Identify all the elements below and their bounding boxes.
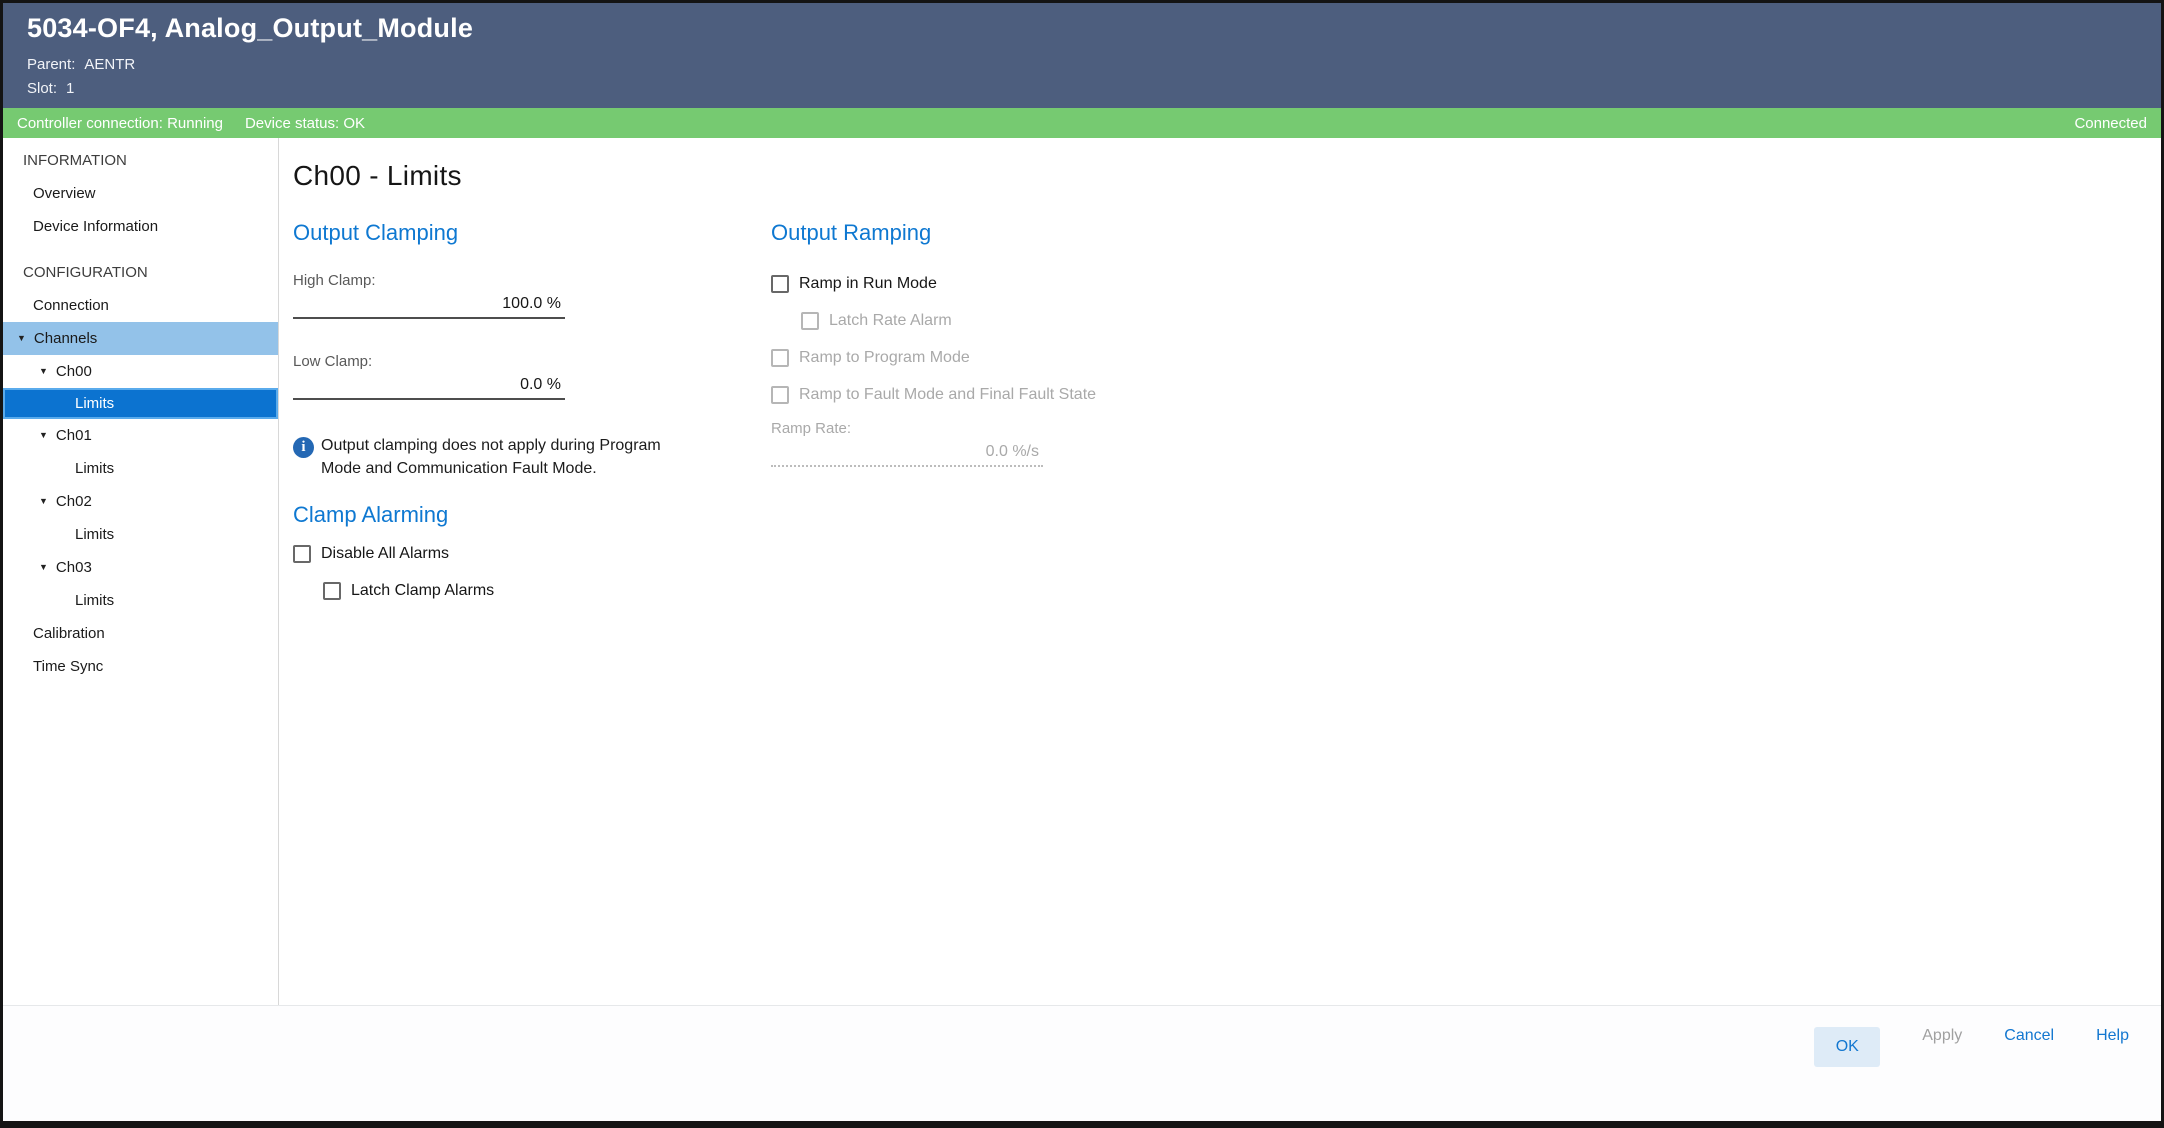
chevron-down-icon[interactable]: ▼ (39, 485, 48, 518)
ramp-rate-label: Ramp Rate: (771, 420, 1043, 437)
chevron-down-icon[interactable]: ▼ (39, 551, 48, 584)
sidebar-item-ch00-limits[interactable]: Limits (3, 388, 278, 419)
ramp-rate-input: 0.0 %/s (771, 441, 1043, 467)
low-clamp-label: Low Clamp: (293, 353, 565, 370)
sidebar-item-channels[interactable]: ▼ Channels (3, 322, 278, 355)
sidebar-item-label: Ch02 (56, 485, 92, 518)
footer-button-bar: OK Apply Cancel Help (3, 1005, 2161, 1121)
info-note-text: Output clamping does not apply during Pr… (321, 434, 705, 480)
slot-value: 1 (66, 80, 74, 97)
device-status: Device status: OK (245, 115, 365, 132)
ramp-rate-field: Ramp Rate: 0.0 %/s (771, 420, 1043, 467)
latch-clamp-alarms-row: Latch Clamp Alarms (323, 579, 713, 602)
parent-label: Parent: (27, 56, 75, 73)
sidebar-section-configuration: CONFIGURATION (3, 256, 278, 289)
disable-all-alarms-row: Disable All Alarms (293, 542, 713, 565)
module-properties-window: 5034-OF4, Analog_Output_Module Parent: AE… (0, 0, 2164, 1128)
high-clamp-field: High Clamp: 100.0 % (293, 272, 565, 319)
slot-label: Slot: (27, 80, 57, 97)
output-ramping-column: Output Ramping Ramp in Run Mode Latch Ra… (771, 220, 1191, 501)
latch-clamp-alarms-checkbox[interactable] (323, 582, 341, 600)
high-clamp-input[interactable]: 100.0 % (293, 293, 565, 319)
module-title: 5034-OF4, Analog_Output_Module (27, 13, 2137, 44)
apply-button: Apply (1922, 1027, 1962, 1045)
ramp-in-run-mode-label: Ramp in Run Mode (799, 275, 937, 293)
info-icon: i (293, 437, 314, 458)
latch-rate-alarm-checkbox (801, 312, 819, 330)
output-clamping-column: Output Clamping High Clamp: 100.0 % Low … (293, 220, 713, 616)
sidebar-item-overview[interactable]: Overview (3, 177, 278, 210)
page-title: Ch00 - Limits (293, 160, 2161, 192)
ok-button[interactable]: OK (1814, 1027, 1880, 1067)
sidebar-item-ch00[interactable]: ▼ Ch00 (3, 355, 278, 388)
ramp-in-run-mode-row: Ramp in Run Mode (771, 272, 1191, 295)
sidebar-item-label: Ch00 (56, 355, 92, 388)
ramp-to-fault-mode-row: Ramp to Fault Mode and Final Fault State (771, 383, 1191, 406)
sidebar-section-information: INFORMATION (3, 144, 278, 177)
sidebar-item-label: Ch01 (56, 419, 92, 452)
status-bar: Controller connection: Running Device st… (3, 108, 2161, 138)
ramp-to-fault-mode-checkbox (771, 386, 789, 404)
connection-state: Connected (2074, 115, 2147, 132)
slot-line: Slot: 1 (27, 77, 2137, 101)
latch-clamp-alarms-label: Latch Clamp Alarms (351, 582, 494, 600)
sidebar-item-ch01[interactable]: ▼ Ch01 (3, 419, 278, 452)
sidebar-item-label: Ch03 (56, 551, 92, 584)
latch-rate-alarm-row: Latch Rate Alarm (801, 309, 1191, 332)
clamping-info-note: i Output clamping does not apply during … (293, 434, 705, 480)
clamp-alarming-heading: Clamp Alarming (293, 502, 713, 528)
sidebar-item-label: Channels (34, 322, 97, 355)
sidebar-item-ch02[interactable]: ▼ Ch02 (3, 485, 278, 518)
output-ramping-heading: Output Ramping (771, 220, 1191, 246)
controller-connection-status: Controller connection: Running (17, 115, 223, 132)
sidebar-item-ch03-limits[interactable]: Limits (3, 584, 278, 617)
cancel-button[interactable]: Cancel (2004, 1027, 2054, 1045)
chevron-down-icon[interactable]: ▼ (17, 322, 26, 355)
ramp-to-program-mode-row: Ramp to Program Mode (771, 346, 1191, 369)
ramp-in-run-mode-checkbox[interactable] (771, 275, 789, 293)
sidebar-item-ch02-limits[interactable]: Limits (3, 518, 278, 551)
sidebar-item-ch01-limits[interactable]: Limits (3, 452, 278, 485)
disable-all-alarms-label: Disable All Alarms (321, 545, 449, 563)
high-clamp-label: High Clamp: (293, 272, 565, 289)
main-content: Ch00 - Limits Output Clamping High Clamp… (279, 138, 2161, 1005)
ramp-to-fault-mode-label: Ramp to Fault Mode and Final Fault State (799, 386, 1096, 404)
help-button[interactable]: Help (2096, 1027, 2129, 1045)
output-clamping-heading: Output Clamping (293, 220, 713, 246)
parent-value: AENTR (84, 56, 135, 73)
sidebar-item-connection[interactable]: Connection (3, 289, 278, 322)
status-left: Controller connection: Running Device st… (17, 115, 365, 132)
chevron-down-icon[interactable]: ▼ (39, 355, 48, 388)
low-clamp-field: Low Clamp: 0.0 % (293, 353, 565, 400)
sidebar-item-ch03[interactable]: ▼ Ch03 (3, 551, 278, 584)
low-clamp-input[interactable]: 0.0 % (293, 374, 565, 400)
disable-all-alarms-checkbox[interactable] (293, 545, 311, 563)
ramp-to-program-mode-checkbox (771, 349, 789, 367)
sidebar-item-device-information[interactable]: Device Information (3, 210, 278, 243)
navigation-sidebar: INFORMATION Overview Device Information … (3, 138, 279, 1005)
sidebar-item-time-sync[interactable]: Time Sync (3, 650, 278, 683)
parent-line: Parent: AENTR (27, 53, 2137, 77)
title-bar: 5034-OF4, Analog_Output_Module Parent: AE… (3, 3, 2161, 108)
chevron-down-icon[interactable]: ▼ (39, 419, 48, 452)
ramp-to-program-mode-label: Ramp to Program Mode (799, 349, 970, 367)
sidebar-item-calibration[interactable]: Calibration (3, 617, 278, 650)
latch-rate-alarm-label: Latch Rate Alarm (829, 312, 952, 330)
